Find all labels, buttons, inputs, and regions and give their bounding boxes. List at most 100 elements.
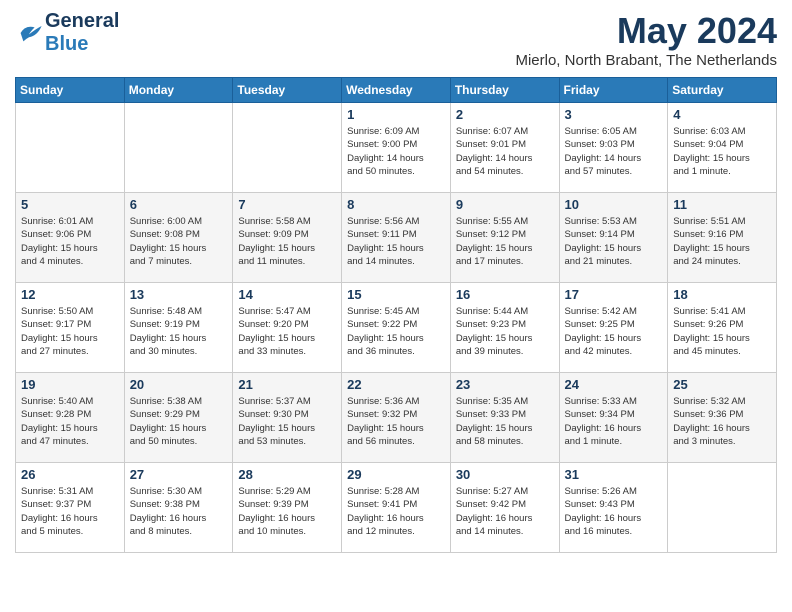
calendar-cell [668, 463, 777, 553]
calendar-cell: 17 Sunrise: 5:42 AMSunset: 9:25 PMDayligh… [559, 283, 668, 373]
calendar-cell: 6 Sunrise: 6:00 AMSunset: 9:08 PMDaylight… [124, 193, 233, 283]
day-number: 17 [565, 287, 663, 302]
weekday-header-sunday: Sunday [16, 78, 125, 103]
calendar-cell: 23 Sunrise: 5:35 AMSunset: 9:33 PMDayligh… [450, 373, 559, 463]
day-info: Sunrise: 5:48 AMSunset: 9:19 PMDaylight:… [130, 305, 228, 358]
calendar-cell: 15Sunrise: 5:45 AMSunset: 9:22 PMDayligh… [342, 283, 451, 373]
day-number: 9 [456, 197, 554, 212]
calendar-cell: 31 Sunrise: 5:26 AMSunset: 9:43 PMDayligh… [559, 463, 668, 553]
day-number: 31 [565, 467, 663, 482]
calendar-cell: 3Sunrise: 6:05 AMSunset: 9:03 PMDaylight… [559, 103, 668, 193]
day-info: Sunrise: 5:44 AMSunset: 9:23 PMDaylight:… [456, 305, 554, 358]
calendar-cell: 22 Sunrise: 5:36 AMSunset: 9:32 PMDayligh… [342, 373, 451, 463]
calendar-cell: 11Sunrise: 5:51 AMSunset: 9:16 PMDayligh… [668, 193, 777, 283]
calendar-cell: 18 Sunrise: 5:41 AMSunset: 9:26 PMDayligh… [668, 283, 777, 373]
day-info: Sunrise: 5:53 AMSunset: 9:14 PMDaylight:… [565, 215, 663, 268]
day-number: 3 [565, 107, 663, 122]
day-number: 4 [673, 107, 771, 122]
day-info: Sunrise: 5:45 AMSunset: 9:22 PMDaylight:… [347, 305, 445, 358]
calendar-cell: 30Sunrise: 5:27 AMSunset: 9:42 PMDayligh… [450, 463, 559, 553]
day-info: Sunrise: 5:38 AMSunset: 9:29 PMDaylight:… [130, 395, 228, 448]
day-number: 24 [565, 377, 663, 392]
day-info: Sunrise: 5:55 AMSunset: 9:12 PMDaylight:… [456, 215, 554, 268]
day-info: Sunrise: 5:28 AMSunset: 9:41 PMDaylight:… [347, 485, 445, 538]
calendar-cell: 2 Sunrise: 6:07 AMSunset: 9:01 PMDaylight… [450, 103, 559, 193]
calendar-cell: 7 Sunrise: 5:58 AMSunset: 9:09 PMDaylight… [233, 193, 342, 283]
calendar-cell: 5 Sunrise: 6:01 AMSunset: 9:06 PMDaylight… [16, 193, 125, 283]
weekday-header-monday: Monday [124, 78, 233, 103]
day-info: Sunrise: 5:50 AMSunset: 9:17 PMDaylight:… [21, 305, 119, 358]
day-info: Sunrise: 5:26 AMSunset: 9:43 PMDaylight:… [565, 485, 663, 538]
day-info: Sunrise: 5:32 AMSunset: 9:36 PMDaylight:… [673, 395, 771, 448]
calendar-cell: 20 Sunrise: 5:38 AMSunset: 9:29 PMDayligh… [124, 373, 233, 463]
calendar-cell [233, 103, 342, 193]
day-info: Sunrise: 5:58 AMSunset: 9:09 PMDaylight:… [238, 215, 336, 268]
calendar-cell: 16 Sunrise: 5:44 AMSunset: 9:23 PMDayligh… [450, 283, 559, 373]
day-info: Sunrise: 5:42 AMSunset: 9:25 PMDaylight:… [565, 305, 663, 358]
day-info: Sunrise: 6:07 AMSunset: 9:01 PMDaylight:… [456, 125, 554, 178]
day-info: Sunrise: 5:51 AMSunset: 9:16 PMDaylight:… [673, 215, 771, 268]
day-info: Sunrise: 6:09 AMSunset: 9:00 PMDaylight:… [347, 125, 445, 178]
calendar-cell: 19Sunrise: 5:40 AMSunset: 9:28 PMDayligh… [16, 373, 125, 463]
day-number: 7 [238, 197, 336, 212]
calendar-cell: 9 Sunrise: 5:55 AMSunset: 9:12 PMDaylight… [450, 193, 559, 283]
weekday-header-wednesday: Wednesday [342, 78, 451, 103]
day-number: 12 [21, 287, 119, 302]
day-number: 29 [347, 467, 445, 482]
week-row-4: 19Sunrise: 5:40 AMSunset: 9:28 PMDayligh… [16, 373, 777, 463]
day-number: 2 [456, 107, 554, 122]
calendar-cell: 29 Sunrise: 5:28 AMSunset: 9:41 PMDayligh… [342, 463, 451, 553]
day-number: 22 [347, 377, 445, 392]
calendar-cell: 4 Sunrise: 6:03 AMSunset: 9:04 PMDaylight… [668, 103, 777, 193]
calendar-cell: 1Sunrise: 6:09 AMSunset: 9:00 PMDaylight… [342, 103, 451, 193]
logo-blue: Blue [45, 33, 119, 56]
day-info: Sunrise: 5:35 AMSunset: 9:33 PMDaylight:… [456, 395, 554, 448]
weekday-header-saturday: Saturday [668, 78, 777, 103]
calendar-cell: 25 Sunrise: 5:32 AMSunset: 9:36 PMDayligh… [668, 373, 777, 463]
weekday-header-tuesday: Tuesday [233, 78, 342, 103]
day-info: Sunrise: 5:41 AMSunset: 9:26 PMDaylight:… [673, 305, 771, 358]
calendar-cell: 21 Sunrise: 5:37 AMSunset: 9:30 PMDayligh… [233, 373, 342, 463]
day-number: 13 [130, 287, 228, 302]
logo: General Blue [15, 10, 119, 56]
day-info: Sunrise: 5:36 AMSunset: 9:32 PMDaylight:… [347, 395, 445, 448]
logo-general: General [45, 10, 119, 33]
title-block: May 2024 Mierlo, North Brabant, The Neth… [515, 10, 777, 69]
day-number: 18 [673, 287, 771, 302]
day-info: Sunrise: 5:37 AMSunset: 9:30 PMDaylight:… [238, 395, 336, 448]
day-number: 5 [21, 197, 119, 212]
calendar-cell [16, 103, 125, 193]
logo-bird-icon [15, 19, 43, 47]
day-number: 30 [456, 467, 554, 482]
calendar-cell: 10Sunrise: 5:53 AMSunset: 9:14 PMDayligh… [559, 193, 668, 283]
calendar-cell: 27Sunrise: 5:30 AMSunset: 9:38 PMDayligh… [124, 463, 233, 553]
day-info: Sunrise: 5:31 AMSunset: 9:37 PMDaylight:… [21, 485, 119, 538]
day-info: Sunrise: 5:29 AMSunset: 9:39 PMDaylight:… [238, 485, 336, 538]
day-number: 28 [238, 467, 336, 482]
weekday-header-friday: Friday [559, 78, 668, 103]
day-number: 14 [238, 287, 336, 302]
calendar-cell: 13 Sunrise: 5:48 AMSunset: 9:19 PMDayligh… [124, 283, 233, 373]
day-info: Sunrise: 6:03 AMSunset: 9:04 PMDaylight:… [673, 125, 771, 178]
day-info: Sunrise: 6:00 AMSunset: 9:08 PMDaylight:… [130, 215, 228, 268]
weekday-header-row: SundayMondayTuesdayWednesdayThursdayFrid… [16, 78, 777, 103]
day-number: 25 [673, 377, 771, 392]
day-info: Sunrise: 5:33 AMSunset: 9:34 PMDaylight:… [565, 395, 663, 448]
day-info: Sunrise: 5:56 AMSunset: 9:11 PMDaylight:… [347, 215, 445, 268]
day-number: 21 [238, 377, 336, 392]
calendar-cell: 8Sunrise: 5:56 AMSunset: 9:11 PMDaylight… [342, 193, 451, 283]
calendar-table: SundayMondayTuesdayWednesdayThursdayFrid… [15, 77, 777, 553]
week-row-3: 12 Sunrise: 5:50 AMSunset: 9:17 PMDayligh… [16, 283, 777, 373]
page-header: General Blue May 2024 Mierlo, North Brab… [15, 10, 777, 69]
day-number: 27 [130, 467, 228, 482]
day-number: 26 [21, 467, 119, 482]
day-number: 19 [21, 377, 119, 392]
day-info: Sunrise: 6:01 AMSunset: 9:06 PMDaylight:… [21, 215, 119, 268]
day-number: 23 [456, 377, 554, 392]
day-info: Sunrise: 5:47 AMSunset: 9:20 PMDaylight:… [238, 305, 336, 358]
calendar-cell: 14 Sunrise: 5:47 AMSunset: 9:20 PMDayligh… [233, 283, 342, 373]
day-number: 16 [456, 287, 554, 302]
day-number: 6 [130, 197, 228, 212]
week-row-5: 26 Sunrise: 5:31 AMSunset: 9:37 PMDayligh… [16, 463, 777, 553]
day-number: 20 [130, 377, 228, 392]
